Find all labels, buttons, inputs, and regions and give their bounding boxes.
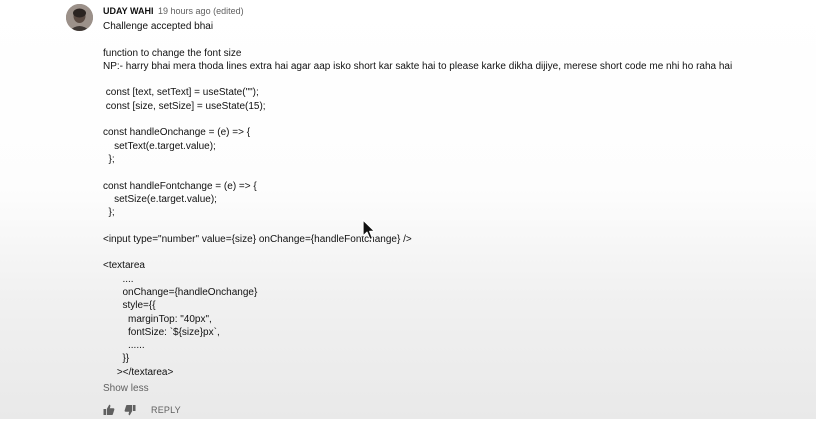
comment-line: setText(e.target.value); (103, 140, 216, 152)
comment-line: fontSize: `${size}px`, (103, 326, 220, 338)
comment-line (103, 166, 732, 179)
comment-header: UDAY WAHI 19 hours ago (edited) (103, 6, 244, 17)
thumb-up-icon[interactable] (103, 403, 115, 415)
comment-line (103, 113, 732, 126)
comment-timestamp[interactable]: 19 hours ago (edited) (158, 6, 244, 16)
comment-line: <input type="number" value={size} onChan… (103, 233, 412, 245)
comment-line: Challenge accepted bhai (103, 21, 214, 32)
author-name[interactable]: UDAY WAHI (103, 6, 154, 16)
comment-line (103, 73, 732, 86)
comment-line: const [text, setText] = useState(""); (103, 87, 259, 99)
reply-button[interactable]: REPLY (151, 404, 181, 416)
comment-line: }; (103, 153, 115, 165)
comment-line (103, 246, 732, 259)
show-less-button[interactable]: Show less (103, 383, 149, 395)
comment-line (103, 219, 732, 232)
comment-line (103, 33, 732, 46)
comment-line: ></textarea> (103, 366, 174, 378)
comment-line: }} (103, 353, 130, 365)
thumb-down-icon[interactable] (124, 403, 136, 416)
comment-line: function to change the font size (103, 47, 242, 59)
comment-line: style={{ (103, 300, 156, 312)
comment-line: const handleFontchange = (e) => { (103, 180, 257, 192)
comment-line: NP:- harry bhai mera thoda lines extra h… (103, 60, 733, 72)
comment-thread: UDAY WAHI 19 hours ago (edited) Challeng… (0, 0, 816, 419)
comment-line: const [size, setSize] = useState(15); (103, 100, 266, 112)
comment-line: ...... (103, 340, 145, 352)
mouse-pointer-icon (362, 219, 376, 241)
comment-line: marginTop: "40px", (103, 313, 212, 325)
comment-line: onChange={handleOnchange} (103, 286, 258, 298)
comment-line: <textarea (103, 260, 145, 272)
comment-text: Challenge accepted bhai function to chang… (103, 20, 732, 379)
comment-line: const handleOnchange = (e) => { (103, 127, 251, 139)
comment-line: .... (103, 273, 134, 285)
comment-line: }; (103, 207, 115, 219)
comment-line: setSize(e.target.value); (103, 193, 217, 205)
avatar[interactable] (66, 4, 93, 31)
